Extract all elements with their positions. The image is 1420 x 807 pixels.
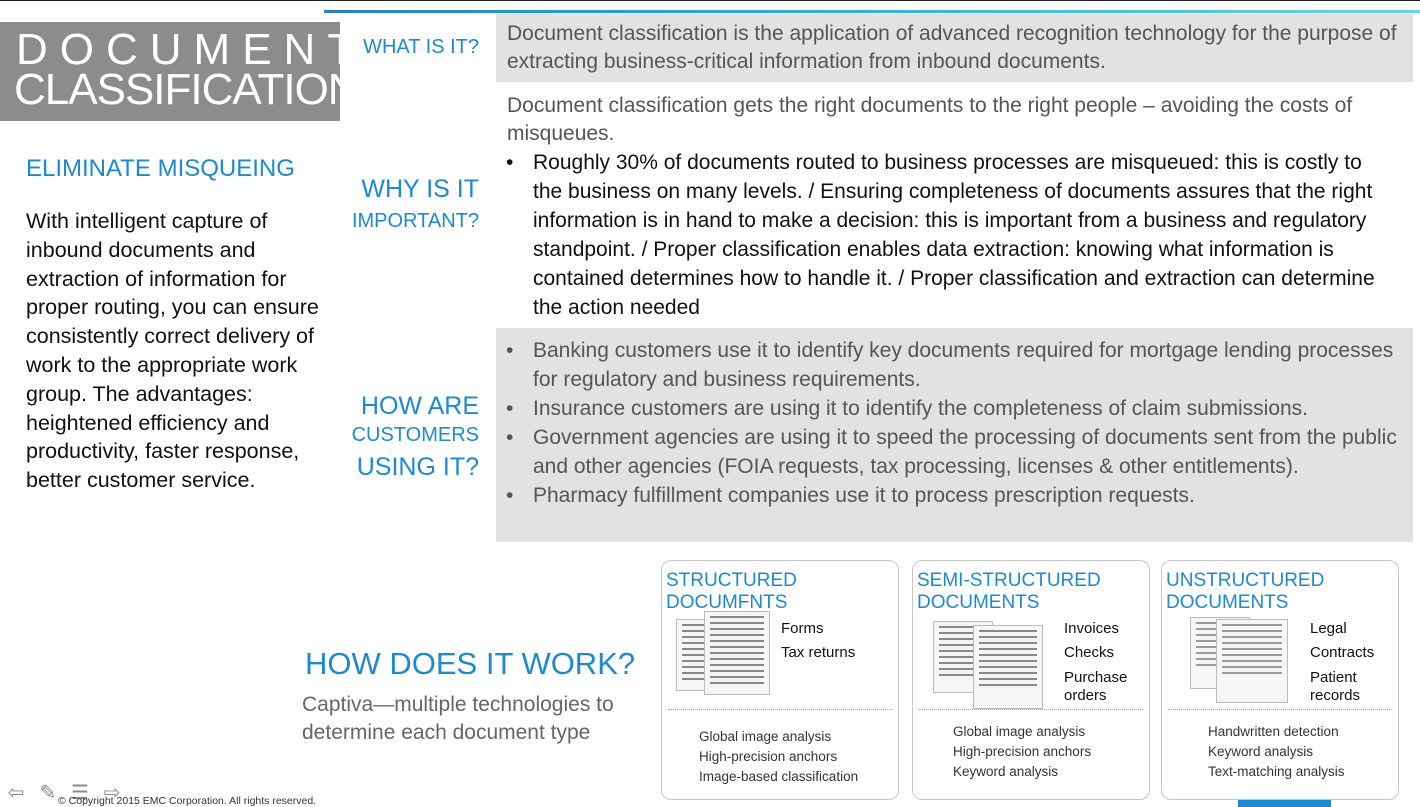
method-item: Text-matching analysis xyxy=(1208,764,1345,779)
method-item: Keyword analysis xyxy=(1208,744,1314,759)
unstructured-documents-card: UNSTRUCTURED DOCUMENTS Legal Contracts P… xyxy=(1161,560,1399,800)
what-panel: Document classification is the applicati… xyxy=(496,14,1413,82)
bullet-marker: • xyxy=(506,426,514,449)
bullet-marker: • xyxy=(506,339,514,362)
how-list: • Banking customers use it to identify k… xyxy=(506,336,1401,510)
side-heading: ELIMINATE MISQUEING xyxy=(26,155,295,182)
bullet-marker: • xyxy=(506,151,514,174)
card-methods: Global image analysis High-precision anc… xyxy=(699,727,858,787)
accent-corner-bar xyxy=(1238,800,1331,807)
arrow-left-icon[interactable]: ⇦ xyxy=(4,782,28,804)
semi-structured-documents-card: SEMI-STRUCTURED DOCUMENTS Invoices Check… xyxy=(912,560,1150,800)
bullet-marker: • xyxy=(506,484,514,507)
card-divider xyxy=(668,709,892,710)
list-item: • Banking customers use it to identify k… xyxy=(506,336,1401,394)
handwritten-document-thumbnail xyxy=(1216,619,1288,703)
document-type: Contracts xyxy=(1310,644,1375,661)
card-document-types: Forms Tax returns xyxy=(781,617,855,665)
document-type: Forms xyxy=(781,620,824,637)
method-item: Global image analysis xyxy=(699,729,832,744)
how-item-text: Government agencies are using it to spee… xyxy=(533,426,1397,478)
method-item: High-precision anchors xyxy=(699,749,838,764)
method-item: Image-based classification xyxy=(699,769,859,784)
what-text: Document classification is the applicati… xyxy=(507,22,1397,73)
how-panel: • Banking customers use it to identify k… xyxy=(496,328,1413,542)
card-divider xyxy=(1168,709,1392,710)
how-item-text: Insurance customers are using it to iden… xyxy=(533,397,1309,420)
why-intro: Document classification gets the right d… xyxy=(507,94,1353,145)
header-accent-rule xyxy=(324,10,1420,13)
bullet-marker: • xyxy=(506,397,514,420)
how-item-text: Pharmacy fulfillment companies use it to… xyxy=(533,484,1195,507)
list-item: • Pharmacy fulfillment companies use it … xyxy=(506,481,1401,510)
document-type: Checks xyxy=(1064,644,1115,661)
method-item: Global image analysis xyxy=(953,724,1086,739)
document-type: Patient records xyxy=(1310,669,1361,704)
title-block: DOCUMENT CLASSIFICATION xyxy=(0,22,360,121)
document-type: Legal xyxy=(1310,620,1347,637)
method-item: High-precision anchors xyxy=(953,744,1092,759)
card-document-types: Legal Contracts Patient records xyxy=(1310,617,1382,705)
card-methods: Global image analysis High-precision anc… xyxy=(953,722,1091,782)
side-body-text: With intelligent capture of inbound docu… xyxy=(26,209,319,493)
list-item: • Government agencies are using it to sp… xyxy=(506,423,1401,481)
document-type: Tax returns xyxy=(781,644,856,661)
why-bullet: • Roughly 30% of documents routed to bus… xyxy=(506,148,1396,322)
question-why-line2: IMPORTANT? xyxy=(351,210,479,232)
tax-form-thumbnail xyxy=(704,611,770,695)
card-title: SEMI-STRUCTURED DOCUMENTS xyxy=(917,570,1101,613)
question-why-line1: WHY IS IT xyxy=(361,175,479,203)
card-divider xyxy=(919,709,1143,710)
top-border xyxy=(0,0,1420,1)
question-how-line3: USING IT? xyxy=(356,453,479,481)
why-bullet-text: Roughly 30% of documents routed to busin… xyxy=(533,151,1375,319)
copyright-notice: © Copyright 2015 EMC Corporation. All ri… xyxy=(58,795,317,807)
document-type: Purchase orders xyxy=(1064,669,1128,704)
card-methods: Handwritten detection Keyword analysis T… xyxy=(1208,722,1345,782)
how-item-text: Banking customers use it to identify key… xyxy=(533,339,1394,391)
question-what: WHAT IS IT? xyxy=(363,36,479,58)
question-how-line1: HOW ARE xyxy=(360,392,479,420)
why-panel: Document classification gets the right d… xyxy=(496,86,1413,326)
card-document-types: Invoices Checks Purchase orders xyxy=(1064,617,1136,705)
how-does-it-work-subtitle: Captiva—multiple technologies to determi… xyxy=(302,693,614,744)
method-item: Handwritten detection xyxy=(1208,724,1339,739)
list-item: • Insurance customers are using it to id… xyxy=(506,394,1401,423)
title-line-2: CLASSIFICATION xyxy=(14,65,360,114)
purchase-order-thumbnail xyxy=(973,625,1043,709)
method-item: Keyword analysis xyxy=(953,764,1059,779)
document-type: Invoices xyxy=(1064,620,1120,637)
card-title: STRUCTURED DOCUMFNTS xyxy=(666,570,797,613)
question-how-line2: CUSTOMERS xyxy=(351,424,479,446)
structured-documents-card: STRUCTURED DOCUMFNTS Forms Tax returns G… xyxy=(661,560,899,800)
how-does-it-work-heading: HOW DOES IT WORK? xyxy=(305,646,636,681)
card-title: UNSTRUCTURED DOCUMENTS xyxy=(1166,570,1325,613)
pencil-icon[interactable]: ✎ xyxy=(36,782,60,804)
